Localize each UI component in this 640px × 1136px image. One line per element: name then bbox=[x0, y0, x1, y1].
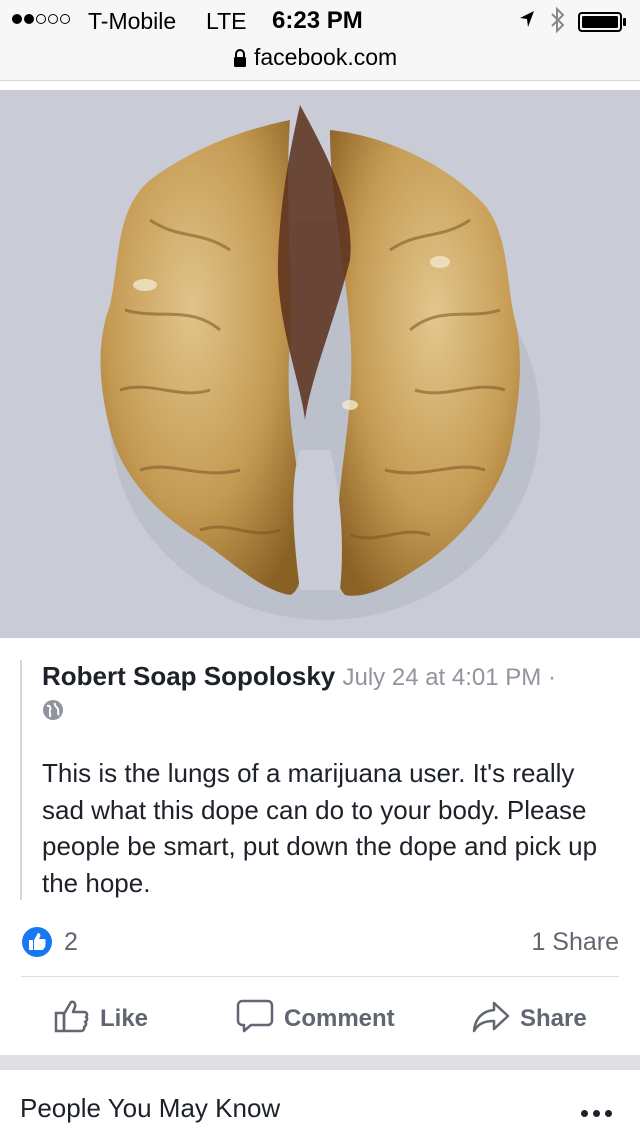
post-text: This is the lungs of a marijuana user. I… bbox=[42, 758, 598, 898]
carrier-name: T-Mobile bbox=[88, 8, 177, 34]
share-arrow-icon bbox=[472, 999, 510, 1040]
author-name[interactable]: Robert Soap Sopolosky bbox=[42, 661, 335, 691]
lock-icon bbox=[232, 48, 248, 73]
network-type: LTE bbox=[206, 8, 247, 34]
bluetooth-icon bbox=[550, 6, 566, 38]
share-count[interactable]: 1 Share bbox=[531, 928, 619, 957]
shared-post-indicator bbox=[20, 660, 22, 900]
like-label: Like bbox=[100, 1005, 149, 1032]
section-separator bbox=[0, 1055, 640, 1070]
signal-strength bbox=[12, 14, 70, 24]
share-button[interactable]: Share bbox=[472, 997, 587, 1041]
like-reaction-icon[interactable] bbox=[21, 926, 53, 963]
like-count[interactable]: 2 bbox=[64, 928, 78, 957]
share-label: Share bbox=[520, 1005, 587, 1032]
globe-icon bbox=[42, 699, 64, 726]
comment-label: Comment bbox=[284, 1005, 395, 1032]
post-photo[interactable] bbox=[0, 90, 640, 638]
status-bar: T-Mobile LTE 6:23 PM bbox=[0, 0, 640, 40]
clock: 6:23 PM bbox=[272, 7, 363, 34]
address-bar[interactable]: facebook.com bbox=[0, 40, 640, 81]
location-arrow-icon bbox=[518, 9, 536, 34]
like-button[interactable]: Like bbox=[54, 997, 148, 1041]
comment-button[interactable]: Comment bbox=[236, 997, 395, 1041]
more-dots-icon[interactable] bbox=[581, 1110, 612, 1117]
battery-icon bbox=[578, 12, 628, 37]
divider bbox=[21, 976, 619, 977]
comment-icon bbox=[236, 998, 274, 1041]
thumbs-up-icon bbox=[54, 999, 90, 1040]
post-timestamp[interactable]: July 24 at 4:01 PM · bbox=[343, 664, 556, 691]
url-text[interactable]: facebook.com bbox=[254, 44, 397, 71]
post-header: Robert Soap Sopolosky July 24 at 4:01 PM… bbox=[42, 661, 556, 692]
people-you-may-know-title: People You May Know bbox=[20, 1093, 281, 1123]
